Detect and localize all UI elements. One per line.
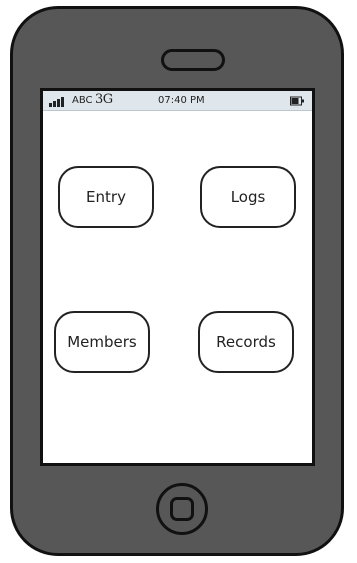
entry-button-label: Entry: [86, 188, 126, 206]
home-button-icon[interactable]: [156, 483, 208, 535]
carrier-name: ABC: [72, 95, 93, 106]
members-button[interactable]: Members: [54, 311, 150, 373]
phone-screen: ABC 3G 07:40 PM Entry Logs Members Recor…: [40, 88, 315, 466]
home-square-icon: [170, 497, 194, 521]
logs-button-label: Logs: [230, 188, 266, 206]
members-button-label: Members: [67, 333, 137, 351]
records-button[interactable]: Records: [198, 311, 294, 373]
records-button-label: Records: [216, 333, 276, 351]
signal-bars-icon: [49, 97, 64, 107]
speaker-slot-icon: [161, 49, 225, 71]
entry-button[interactable]: Entry: [58, 166, 154, 228]
battery-icon: [290, 96, 304, 106]
network-type: 3G: [95, 92, 113, 107]
status-time: 07:40 PM: [158, 95, 205, 106]
logs-button[interactable]: Logs: [200, 166, 296, 228]
status-bar: ABC 3G 07:40 PM: [43, 91, 312, 111]
